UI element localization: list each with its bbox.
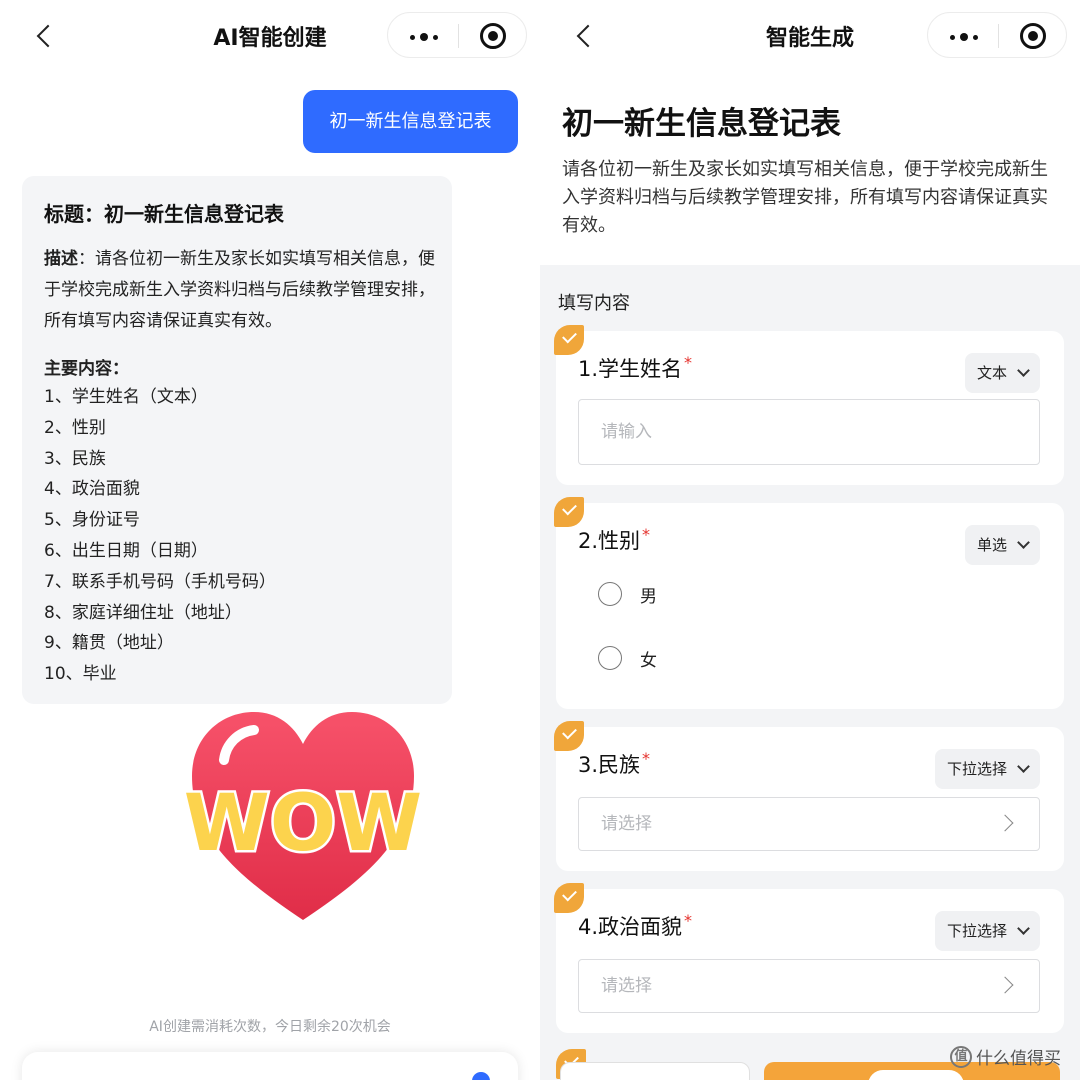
- mini-program-capsule: [387, 12, 527, 58]
- chevron-right-icon: [996, 976, 1014, 994]
- question-card-ethnicity[interactable]: 3.民族 * 下拉选择 请选择: [554, 721, 1064, 871]
- question-title: 4.政治面貌 *: [578, 911, 692, 941]
- chevron-down-icon: [1017, 364, 1030, 377]
- field-type-select[interactable]: 单选: [964, 525, 1040, 565]
- required-mark: *: [684, 353, 693, 372]
- check-badge-icon: [554, 325, 584, 355]
- chevron-right-icon: [996, 814, 1014, 832]
- capsule-divider: [998, 24, 999, 48]
- list-item: 3、民族: [44, 448, 106, 469]
- list-item: 5、身份证号: [44, 510, 140, 531]
- main-content-label: 主要内容：: [44, 359, 129, 379]
- capsule-divider: [458, 24, 459, 48]
- desc-label: 描述: [44, 249, 78, 269]
- list-item: 2、性别: [44, 417, 106, 438]
- chevron-down-icon: [1017, 922, 1030, 935]
- user-message-bubble: 初一新生信息登记表: [303, 90, 518, 153]
- ai-reply-description: 描述：请各位初一新生及家长如实填写相关信息，便于学校完成新生入学资料归档与后续教…: [44, 244, 436, 337]
- watermark-text: 什么值得买: [976, 1049, 1061, 1069]
- required-mark: *: [642, 525, 651, 544]
- check-badge-icon: [554, 883, 584, 913]
- political-status-select[interactable]: 请选择: [578, 959, 1040, 1013]
- check-badge-icon: [554, 721, 584, 751]
- question-text: 4.政治面貌: [578, 915, 683, 939]
- more-icon[interactable]: [408, 25, 442, 47]
- ethnicity-select[interactable]: 请选择: [578, 797, 1040, 851]
- select-placeholder: 请选择: [601, 814, 652, 834]
- list-item: 6、出生日期（日期）: [44, 540, 208, 561]
- ai-reply-title: 标题：初一新生信息登记表: [44, 202, 284, 226]
- question-card-name[interactable]: 1.学生姓名 * 文本: [554, 325, 1064, 485]
- chevron-down-icon: [1017, 760, 1030, 773]
- field-type-label: 下拉选择: [946, 922, 1007, 940]
- select-placeholder: 请选择: [601, 976, 652, 996]
- nav-bar: AI智能创建: [0, 0, 540, 72]
- chevron-down-icon: [1017, 536, 1030, 549]
- required-mark: *: [642, 749, 651, 768]
- ai-reply-card: 标题：初一新生信息登记表 描述：请各位初一新生及家长如实填写相关信息，便于学校完…: [22, 176, 452, 704]
- usage-hint: AI创建需消耗次数，今日剩余20次机会: [149, 1019, 391, 1035]
- ai-create-screen: AI智能创建 初一新生信息登记表 标题：初一新生信息登记表 描述：请各位初一新生…: [0, 0, 540, 1080]
- desc-text: ：请各位初一新生及家长如实填写相关信息，便于学校完成新生入学资料归档与后续教学管…: [44, 249, 435, 331]
- wow-heart-sticker: WOW: [181, 712, 425, 920]
- question-title: 3.民族 *: [578, 749, 650, 779]
- chat-input-bar[interactable]: [22, 1052, 518, 1080]
- question-text: 1.学生姓名: [578, 357, 683, 381]
- question-text: 2.性别: [578, 529, 641, 553]
- form-description[interactable]: 请各位初一新生及家长如实填写相关信息，便于学校完成新生入学资料归档与后续教学管理…: [562, 156, 1060, 240]
- question-card-gender[interactable]: 2.性别 * 单选 男 女: [554, 497, 1064, 709]
- list-item: 7、联系手机号码（手机号码）: [44, 571, 276, 592]
- nav-bar: 智能生成: [540, 0, 1080, 72]
- list-item: 8、家庭详细住址（地址）: [44, 602, 242, 623]
- more-icon[interactable]: [948, 25, 982, 47]
- list-item: 1、学生姓名（文本）: [44, 387, 208, 407]
- field-type-select[interactable]: 下拉选择: [934, 911, 1040, 951]
- question-text: 3.民族: [578, 753, 641, 777]
- name-input[interactable]: [578, 399, 1040, 465]
- form-preview-screen: 智能生成 初一新生信息登记表 请各位初一新生及家长如实填写相关信息，便于学校完成…: [540, 0, 1080, 1080]
- required-mark: *: [684, 911, 693, 930]
- field-type-select[interactable]: 下拉选择: [934, 749, 1040, 789]
- watermark-logo-icon: 值: [950, 1045, 972, 1068]
- check-badge-icon: [554, 497, 584, 527]
- field-type-select[interactable]: 文本: [964, 353, 1040, 393]
- site-watermark: 值 什么值得买: [950, 1044, 1061, 1069]
- radio-label: 女: [640, 650, 657, 671]
- radio-label: 男: [640, 586, 657, 607]
- list-item: 9、籍贯（地址）: [44, 633, 174, 654]
- mini-program-capsule: [927, 12, 1067, 58]
- secondary-button[interactable]: [560, 1062, 750, 1080]
- radio-option-male[interactable]: 男: [598, 579, 657, 609]
- section-label: 填写内容: [558, 293, 630, 314]
- question-title: 1.学生姓名 *: [578, 353, 692, 383]
- field-type-label: 单选: [976, 536, 1007, 554]
- question-title: 2.性别 *: [578, 525, 650, 555]
- radio-circle-icon[interactable]: [598, 582, 622, 606]
- question-card-political-status[interactable]: 4.政治面貌 * 下拉选择 请选择: [554, 883, 1064, 1033]
- radio-option-female[interactable]: 女: [598, 643, 657, 673]
- radio-circle-icon[interactable]: [598, 646, 622, 670]
- form-title[interactable]: 初一新生信息登记表: [562, 98, 841, 143]
- list-item: 10、毕业: [44, 664, 117, 685]
- close-miniprogram-icon[interactable]: [480, 23, 506, 49]
- field-type-label: 文本: [976, 364, 1007, 382]
- form-body: 填写内容 1.学生姓名* 文本 2.性别* 单选 男 女 3.民族*: [540, 265, 1080, 1080]
- sticker-text: WOW: [184, 779, 422, 869]
- close-miniprogram-icon[interactable]: [1020, 23, 1046, 49]
- content-list: 1、学生姓名（文本） 2、性别 3、民族 4、政治面貌 5、身份证号 6、出生日…: [44, 382, 276, 690]
- list-item: 4、政治面貌: [44, 479, 140, 500]
- field-type-label: 下拉选择: [946, 760, 1007, 778]
